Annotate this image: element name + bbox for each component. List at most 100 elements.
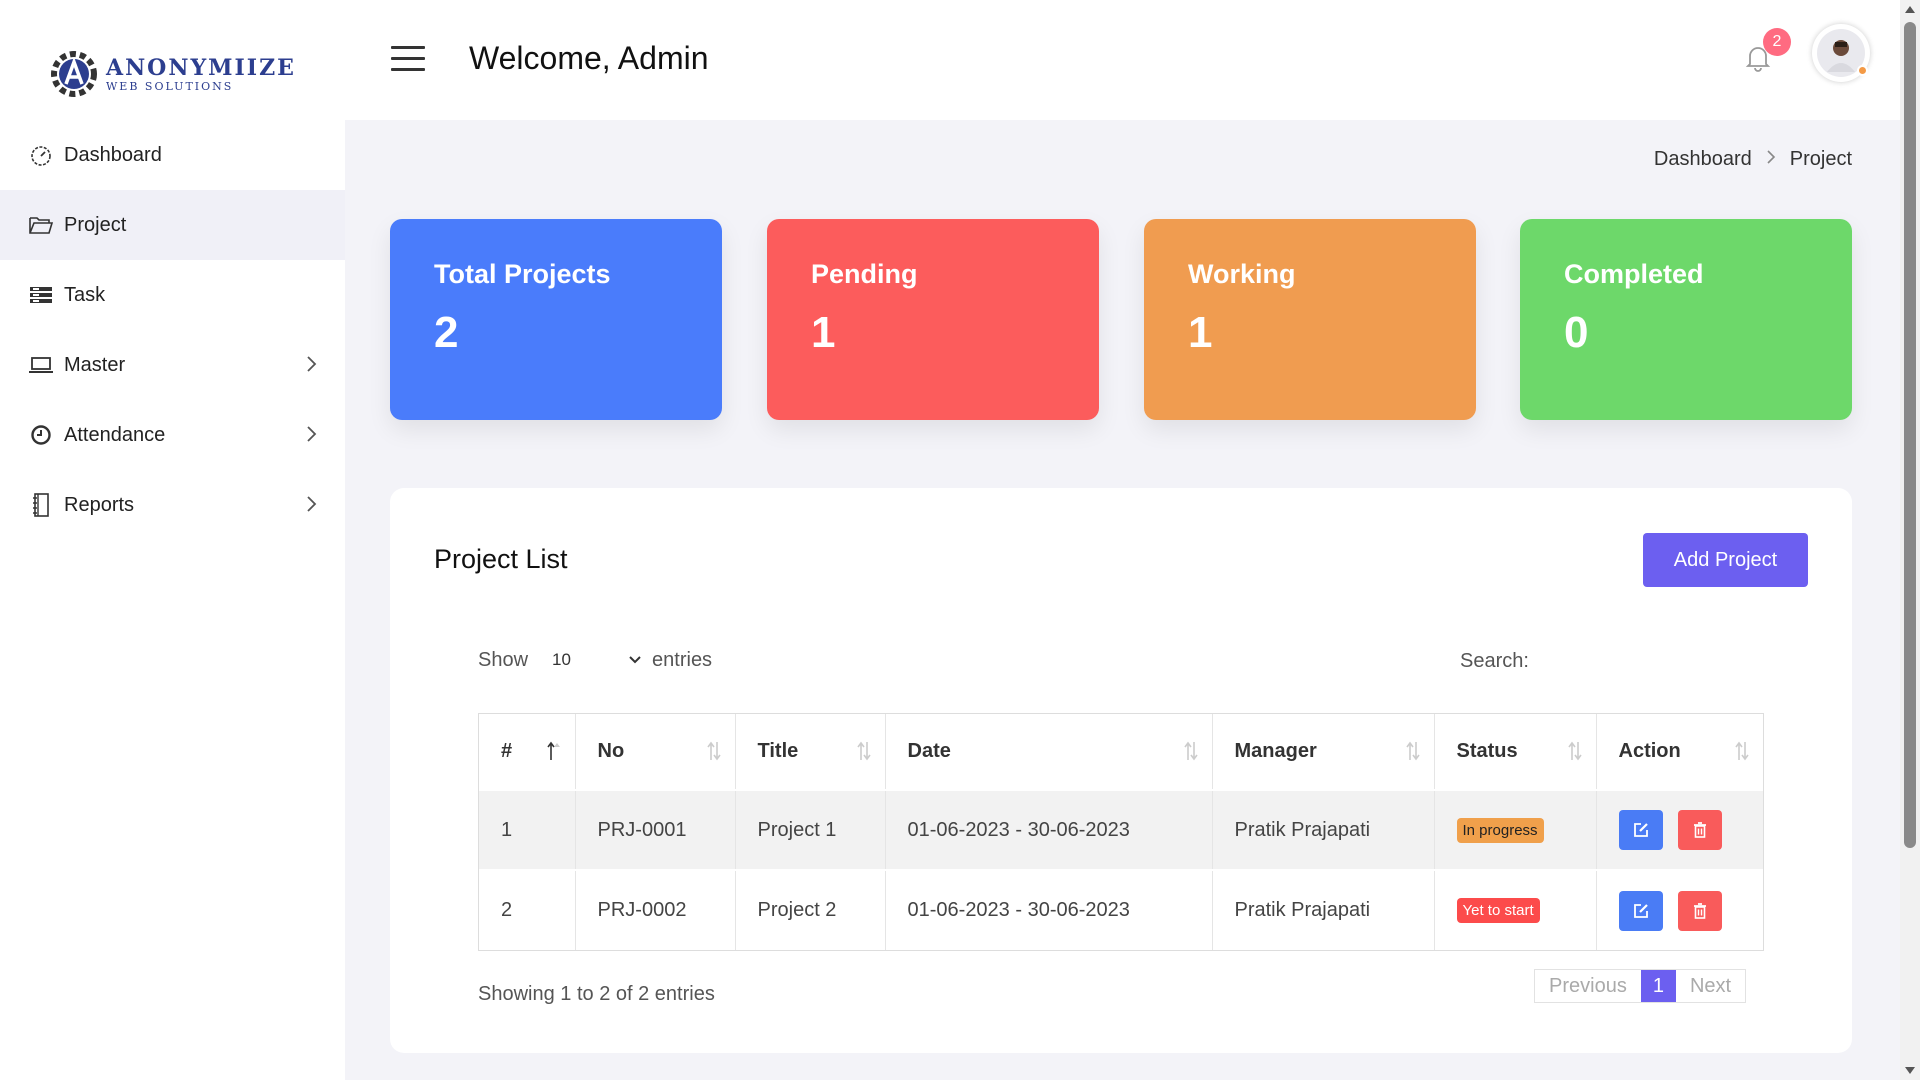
table-row: 1 PRJ-0001 Project 1 01-06-2023 - 30-06-…	[479, 789, 1763, 870]
notification-bell-icon[interactable]: 2	[1745, 28, 1791, 74]
trash-icon	[1694, 902, 1707, 919]
cell-title: Project 1	[735, 789, 886, 870]
stat-label: Working	[1188, 259, 1296, 289]
brand-logo[interactable]: ANONYMIIZE WEB SOLUTIONS	[48, 44, 296, 104]
stat-value: 1	[811, 308, 836, 357]
gear-logo-icon	[51, 51, 97, 97]
gauge-icon	[28, 142, 54, 168]
brand-name: ANONYMIIZE	[106, 54, 296, 81]
stat-card-total-projects: Total Projects 2	[390, 219, 722, 420]
chevron-right-icon	[1766, 149, 1776, 170]
cell-project-no: PRJ-0001	[575, 789, 736, 870]
column-header-no[interactable]: No	[575, 714, 736, 790]
column-header-status[interactable]: Status	[1434, 714, 1597, 790]
cell-date: 01-06-2023 - 30-06-2023	[885, 869, 1213, 950]
scrollbar-thumb[interactable]	[1904, 22, 1916, 848]
chevron-right-icon	[305, 353, 319, 381]
sort-icon	[1567, 741, 1582, 761]
pagination-page-1[interactable]: 1	[1640, 970, 1676, 1002]
delete-button[interactable]	[1678, 810, 1723, 850]
online-status-dot	[1857, 65, 1868, 76]
entries-label: entries	[652, 648, 713, 671]
menu-toggle-icon[interactable]	[391, 46, 425, 72]
sidebar-item-label: Project	[64, 213, 127, 236]
sort-icon	[706, 741, 721, 761]
column-header-date[interactable]: Date	[885, 714, 1213, 790]
top-header: Welcome, Admin 2	[345, 0, 1900, 120]
chevron-right-icon	[305, 423, 319, 451]
column-header-title[interactable]: Title	[735, 714, 886, 790]
pagination-next[interactable]: Next	[1676, 970, 1745, 1002]
sort-asc-icon	[546, 741, 560, 760]
sidebar-item-task[interactable]: Task	[0, 260, 345, 330]
column-header-action[interactable]: Action	[1596, 714, 1763, 790]
cell-manager: Pratik Prajapati	[1212, 869, 1435, 950]
list-icon	[28, 282, 54, 308]
cell-number: 2	[479, 869, 576, 950]
sidebar-item-label: Dashboard	[64, 143, 162, 166]
folder-open-icon	[28, 212, 54, 238]
column-header-manager[interactable]: Manager	[1212, 714, 1435, 790]
sidebar-item-label: Reports	[64, 493, 135, 516]
pagination: Previous 1 Next	[1534, 969, 1747, 1003]
status-badge: Yet to start	[1456, 898, 1540, 923]
brand-sub: WEB SOLUTIONS	[106, 79, 234, 93]
sidebar-item-reports[interactable]: Reports	[0, 470, 345, 540]
sidebar-item-label: Task	[64, 283, 106, 306]
sidebar-item-dashboard[interactable]: Dashboard	[0, 120, 345, 190]
cell-status: In progress	[1434, 789, 1597, 870]
breadcrumb-current: Project	[1789, 148, 1852, 170]
project-list-panel: Project List Add Project Show 10 entries…	[390, 488, 1852, 1053]
sort-icon	[856, 741, 871, 761]
pagination-previous[interactable]: Previous	[1535, 970, 1641, 1002]
search-input[interactable]	[1536, 644, 1747, 678]
table-header-row: # No Title Date Manager Status Action	[479, 714, 1763, 790]
table-row: 2 PRJ-0002 Project 2 01-06-2023 - 30-06-…	[479, 869, 1763, 950]
entries-select[interactable]: 10	[542, 644, 642, 676]
scroll-down-arrow-icon[interactable]	[1905, 1067, 1915, 1074]
notification-count-badge: 2	[1763, 28, 1791, 56]
column-header-number[interactable]: #	[479, 714, 576, 790]
entries-select-value: 10	[552, 650, 571, 669]
table-info: Showing 1 to 2 of 2 entries	[478, 983, 715, 1005]
edit-button[interactable]	[1618, 810, 1663, 850]
stat-card-working: Working 1	[1144, 219, 1476, 420]
trash-icon	[1694, 822, 1707, 838]
edit-icon	[1633, 823, 1648, 837]
add-project-button[interactable]: Add Project	[1643, 533, 1808, 587]
stat-value: 0	[1564, 308, 1589, 357]
laptop-icon	[28, 352, 54, 378]
sidebar-item-master[interactable]: Master	[0, 330, 345, 400]
clock-icon	[28, 422, 54, 448]
cell-action	[1596, 789, 1763, 870]
sidebar-item-attendance[interactable]: Attendance	[0, 400, 345, 470]
sort-icon	[1183, 741, 1198, 761]
cell-date: 01-06-2023 - 30-06-2023	[885, 789, 1213, 870]
breadcrumb: Dashboard Project	[1654, 148, 1852, 171]
stat-value: 2	[434, 308, 459, 357]
stat-card-pending: Pending 1	[767, 219, 1099, 420]
search-label: Search:	[1460, 649, 1529, 672]
page-title: Welcome, Admin	[469, 40, 709, 76]
notebook-icon	[28, 492, 54, 518]
cell-number: 1	[479, 789, 576, 870]
entries-length-control: Show 10 entries	[478, 644, 712, 676]
cell-project-no: PRJ-0002	[575, 869, 736, 950]
project-table: # No Title Date Manager Status Action 1 …	[478, 713, 1764, 951]
table-search: Search:	[1460, 644, 1747, 678]
status-badge: In progress	[1456, 817, 1544, 843]
cell-status: Yet to start	[1434, 869, 1597, 950]
stat-label: Pending	[811, 259, 918, 289]
breadcrumb-parent-link[interactable]: Dashboard	[1654, 148, 1752, 171]
sort-icon	[1735, 741, 1749, 761]
user-avatar[interactable]	[1812, 24, 1870, 82]
show-label: Show	[478, 648, 529, 671]
edit-button[interactable]	[1618, 890, 1663, 931]
sidebar-item-label: Master	[64, 353, 126, 376]
scroll-up-arrow-icon[interactable]	[1905, 6, 1915, 13]
delete-button[interactable]	[1678, 890, 1723, 931]
sidebar-item-project[interactable]: Project	[0, 190, 345, 260]
cell-action	[1596, 869, 1763, 950]
cell-title: Project 2	[735, 869, 886, 950]
page-scrollbar[interactable]	[1900, 0, 1920, 1080]
